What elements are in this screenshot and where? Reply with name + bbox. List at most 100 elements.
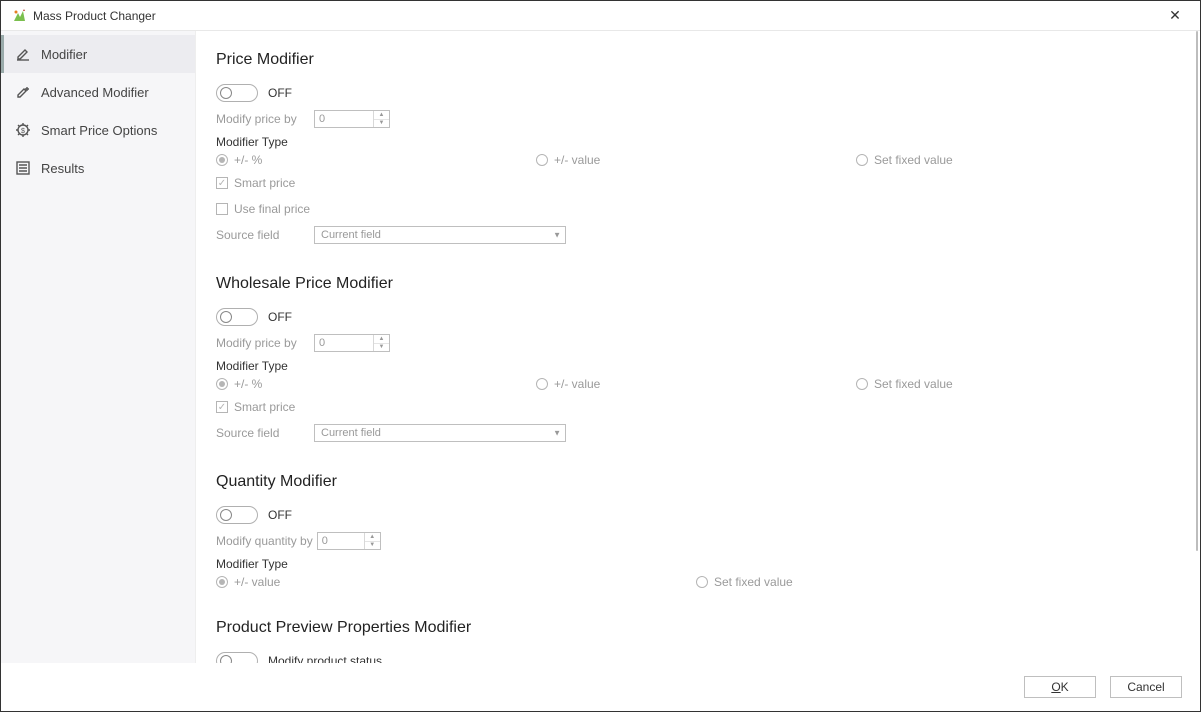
spinner[interactable]: ▲▼ <box>373 335 389 351</box>
section-heading: Quantity Modifier <box>216 473 1180 491</box>
select-value: Current field <box>321 427 381 439</box>
radio-plus-minus-percent[interactable]: +/- % <box>216 153 536 167</box>
toggle-knob <box>220 655 232 663</box>
toggle-label: Modify product status <box>268 654 382 663</box>
radio-plus-minus-value[interactable]: +/- value <box>216 575 696 589</box>
radio-icon <box>216 378 228 390</box>
section-product-preview: Product Preview Properties Modifier Modi… <box>216 619 1180 663</box>
window: Mass Product Changer ✕ Modifier Advanced… <box>0 0 1201 712</box>
radio-icon <box>856 154 868 166</box>
ok-button[interactable]: OK <box>1024 676 1096 698</box>
spin-down-icon[interactable]: ▼ <box>365 542 380 550</box>
quantity-type-radio-group: +/- value Set fixed value <box>216 575 1180 589</box>
sidebar-item-modifier[interactable]: Modifier <box>1 35 195 73</box>
app-icon <box>11 8 27 24</box>
spin-down-icon[interactable]: ▼ <box>374 344 389 352</box>
spin-down-icon[interactable]: ▼ <box>374 120 389 128</box>
edit-plus-icon <box>15 84 31 100</box>
source-field-select[interactable]: Current field ▼ <box>314 424 566 442</box>
modify-price-label: Modify price by <box>216 336 314 350</box>
scrollbar[interactable] <box>1196 31 1198 551</box>
list-icon <box>15 160 31 176</box>
spinner[interactable]: ▲▼ <box>373 111 389 127</box>
close-button[interactable]: ✕ <box>1160 1 1190 31</box>
section-heading: Price Modifier <box>216 51 1180 69</box>
radio-icon <box>536 378 548 390</box>
sidebar-item-label: Results <box>41 161 84 176</box>
radio-icon <box>536 154 548 166</box>
radio-icon <box>216 154 228 166</box>
modify-quantity-value[interactable] <box>318 533 362 549</box>
smart-price-label: Smart price <box>234 400 295 414</box>
toggle-label: OFF <box>268 86 292 100</box>
window-title: Mass Product Changer <box>33 9 156 23</box>
sidebar-item-label: Modifier <box>41 47 87 62</box>
spin-up-icon[interactable]: ▲ <box>374 335 389 344</box>
spin-up-icon[interactable]: ▲ <box>365 533 380 542</box>
smart-price-label: Smart price <box>234 176 295 190</box>
select-value: Current field <box>321 229 381 241</box>
radio-icon <box>696 576 708 588</box>
modifier-type-label: Modifier Type <box>216 359 1180 373</box>
wholesale-type-radio-group: +/- % +/- value Set fixed value <box>216 377 1180 391</box>
section-heading: Product Preview Properties Modifier <box>216 619 1180 637</box>
spin-up-icon[interactable]: ▲ <box>374 111 389 120</box>
toggle-knob <box>220 311 232 323</box>
sidebar-item-label: Advanced Modifier <box>41 85 149 100</box>
spinner[interactable]: ▲▼ <box>364 533 380 549</box>
sidebar-item-smart-price[interactable]: $ Smart Price Options <box>1 111 195 149</box>
chevron-down-icon: ▼ <box>553 231 561 240</box>
titlebar: Mass Product Changer ✕ <box>1 1 1200 31</box>
toggle-label: OFF <box>268 310 292 324</box>
toggle-knob <box>220 87 232 99</box>
quantity-toggle[interactable] <box>216 506 258 524</box>
radio-plus-minus-value[interactable]: +/- value <box>536 153 856 167</box>
wholesale-toggle[interactable] <box>216 308 258 326</box>
close-icon: ✕ <box>1169 7 1181 24</box>
cancel-button[interactable]: Cancel <box>1110 676 1182 698</box>
use-final-price-label: Use final price <box>234 202 310 216</box>
modify-price-input[interactable]: ▲▼ <box>314 334 390 352</box>
section-heading: Wholesale Price Modifier <box>216 275 1180 293</box>
sidebar-item-results[interactable]: Results <box>1 149 195 187</box>
modifier-type-label: Modifier Type <box>216 557 1180 571</box>
smart-price-checkbox[interactable]: ✓ <box>216 177 228 189</box>
radio-set-fixed-value[interactable]: Set fixed value <box>856 153 953 167</box>
modify-price-value[interactable] <box>315 111 371 127</box>
radio-icon <box>216 576 228 588</box>
radio-set-fixed-value[interactable]: Set fixed value <box>856 377 953 391</box>
edit-icon <box>15 46 31 62</box>
chevron-down-icon: ▼ <box>553 429 561 438</box>
price-type-radio-group: +/- % +/- value Set fixed value <box>216 153 1180 167</box>
product-status-toggle[interactable] <box>216 652 258 663</box>
modify-quantity-label: Modify quantity by <box>216 534 313 548</box>
radio-icon <box>856 378 868 390</box>
source-field-label: Source field <box>216 228 314 242</box>
modify-price-input[interactable]: ▲▼ <box>314 110 390 128</box>
price-toggle[interactable] <box>216 84 258 102</box>
radio-plus-minus-value[interactable]: +/- value <box>536 377 856 391</box>
source-field-select[interactable]: Current field ▼ <box>314 226 566 244</box>
use-final-price-checkbox[interactable] <box>216 203 228 215</box>
smart-price-checkbox[interactable]: ✓ <box>216 401 228 413</box>
modify-price-value[interactable] <box>315 335 371 351</box>
section-quantity-modifier: Quantity Modifier OFF Modify quantity by… <box>216 473 1180 589</box>
modify-quantity-input[interactable]: ▲▼ <box>317 532 381 550</box>
svg-text:$: $ <box>21 128 25 135</box>
sidebar-item-label: Smart Price Options <box>41 123 157 138</box>
section-wholesale-modifier: Wholesale Price Modifier OFF Modify pric… <box>216 275 1180 443</box>
section-price-modifier: Price Modifier OFF Modify price by ▲▼ Mo… <box>216 51 1180 245</box>
modify-price-label: Modify price by <box>216 112 314 126</box>
radio-plus-minus-percent[interactable]: +/- % <box>216 377 536 391</box>
content-area: Price Modifier OFF Modify price by ▲▼ Mo… <box>196 31 1200 663</box>
toggle-knob <box>220 509 232 521</box>
modifier-type-label: Modifier Type <box>216 135 1180 149</box>
footer: OK Cancel <box>1 663 1200 711</box>
source-field-label: Source field <box>216 426 314 440</box>
body: Modifier Advanced Modifier $ Smart Price… <box>1 31 1200 663</box>
gear-dollar-icon: $ <box>15 122 31 138</box>
toggle-label: OFF <box>268 508 292 522</box>
sidebar-item-advanced-modifier[interactable]: Advanced Modifier <box>1 73 195 111</box>
sidebar: Modifier Advanced Modifier $ Smart Price… <box>1 31 196 663</box>
radio-set-fixed-value[interactable]: Set fixed value <box>696 575 793 589</box>
